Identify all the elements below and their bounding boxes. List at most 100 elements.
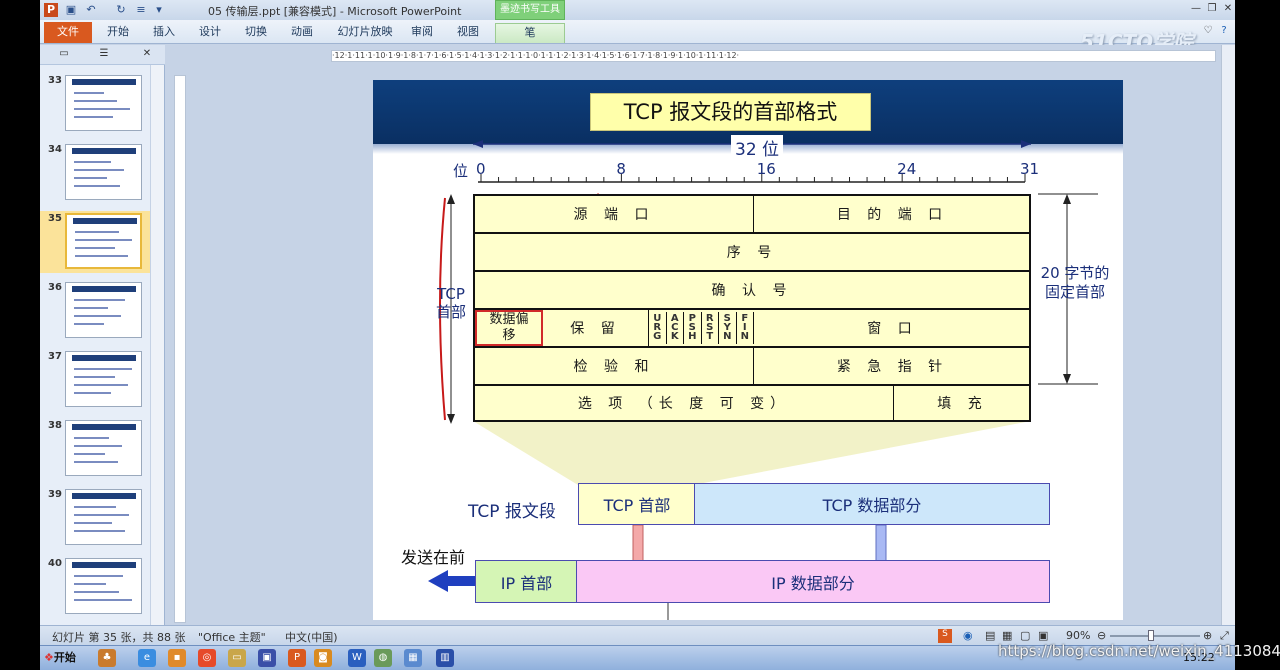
preview-text-line (74, 108, 130, 110)
editor-scrollbar[interactable] (1221, 45, 1235, 625)
tab-design[interactable]: 设计 (192, 23, 228, 43)
app-icon-2[interactable]: ▣ (258, 649, 276, 667)
app-icon-3[interactable]: ◙ (314, 649, 332, 667)
field-checksum: 检 验 和 (475, 348, 754, 384)
slide-number: 39 (48, 489, 62, 500)
app-icon-1[interactable]: ♣ (98, 649, 116, 667)
tab-transitions[interactable]: 切换 (238, 23, 274, 43)
preview-title-bar (72, 562, 136, 568)
outline-tab-icon[interactable]: ☰ (86, 48, 122, 62)
reading-view-icon[interactable]: ▢ (1020, 629, 1030, 642)
preview-text-line (74, 100, 117, 102)
row-ports: 源 端 口 目 的 端 口 (473, 194, 1031, 234)
preview-text-line (74, 368, 132, 370)
app-icon-5[interactable]: ▦ (404, 649, 422, 667)
word-icon[interactable]: W (348, 649, 366, 667)
ip-header-box: IP 首部 (475, 560, 578, 603)
tab-file[interactable]: 文件 (44, 22, 92, 43)
flag-rst: R S T (702, 312, 719, 344)
width-arrow-left (473, 140, 483, 148)
folder-icon[interactable]: ▪ (168, 649, 186, 667)
preview-text-line (75, 231, 119, 233)
tab-slideshow[interactable]: 幻灯片放映 (330, 23, 400, 43)
bit-tick-label: 16 (756, 160, 776, 178)
zoom-level[interactable]: 90% (1066, 629, 1090, 642)
bit-tick-label: 31 (1020, 160, 1040, 178)
preview-title-bar (72, 355, 136, 361)
ribbon-collapse-icon[interactable]: ♡ (1200, 24, 1216, 38)
redo-icon[interactable]: ↻ (114, 3, 128, 17)
expansion-shape (473, 421, 1031, 485)
tab-pen[interactable]: 笔 (495, 23, 565, 43)
undo-icon[interactable]: ↶ (84, 3, 98, 17)
slide-thumbnail[interactable]: 35 (40, 211, 150, 273)
panel-scrollbar[interactable] (150, 65, 164, 625)
tab-home[interactable]: 开始 (100, 23, 136, 43)
preview-title-bar (72, 79, 136, 85)
language[interactable]: 中文(中国) (285, 629, 338, 645)
slide-sorter-icon[interactable]: ▦ (1002, 629, 1012, 642)
tab-insert[interactable]: 插入 (146, 23, 182, 43)
preview-text-line (74, 307, 108, 309)
slide-canvas[interactable]: TCP 报文段的首部格式 32 位 位 0 8 16 24 31 源 端 口 目… (373, 80, 1123, 620)
help-icon[interactable]: ? (1216, 24, 1232, 38)
ink-tools-context-label: 墨迹书写工具 (495, 0, 565, 20)
title-bar: P ▣ ↶ ↻ ≡ ▾ 05 传输层.ppt [兼容模式] - Microsof… (40, 0, 1235, 20)
preview-text-line (75, 239, 132, 241)
segment-label: TCP 报文段 (468, 502, 556, 522)
list-icon[interactable]: ≡ (134, 3, 148, 17)
row-options: 选 项 （长 度 可 变） 填 充 (473, 384, 1031, 422)
restore-icon[interactable]: ❐ (1204, 2, 1220, 16)
zoom-slider-thumb[interactable] (1148, 630, 1154, 641)
panel-close-icon[interactable]: ✕ (140, 48, 154, 62)
powerpoint-taskbar-icon[interactable]: P (288, 649, 306, 667)
chrome-icon[interactable]: ◎ (198, 649, 216, 667)
preview-text-line (74, 315, 121, 317)
slide-thumbnail[interactable]: 34 (40, 142, 150, 204)
app-icon-6[interactable]: ▥ (436, 649, 454, 667)
slide-thumbnail[interactable]: 40 (40, 556, 150, 618)
flag-fin: F I N (737, 312, 754, 344)
save-icon[interactable]: ▣ (64, 3, 78, 17)
start-button[interactable]: ❖开始 (44, 648, 88, 668)
tab-view[interactable]: 视图 (450, 23, 486, 43)
preview-text-line (74, 299, 125, 301)
app-icon-4[interactable]: ◍ (374, 649, 392, 667)
preview-title-bar (72, 148, 136, 154)
slide-thumbnail[interactable]: 33 (40, 73, 150, 135)
zoom-slider-track[interactable] (1110, 635, 1200, 637)
customize-qat-icon[interactable]: ▾ (152, 3, 166, 17)
slide-thumbnail[interactable]: 39 (40, 487, 150, 549)
accessibility-icon[interactable]: ◉ (963, 629, 973, 642)
preview-text-line (74, 116, 113, 118)
horizontal-ruler: ·12·1·11·1·10·1·9·1·8·1·7·1·6·1·5·1·4·1·… (331, 50, 1216, 62)
slide-thumbnail[interactable]: 37 (40, 349, 150, 411)
slideshow-view-icon[interactable]: ▣ (1038, 629, 1048, 642)
windows-logo-icon: ❖ (44, 651, 54, 664)
explorer-icon[interactable]: ▭ (228, 649, 246, 667)
tab-animations[interactable]: 动画 (284, 23, 320, 43)
field-urgent-pointer: 紧 急 指 针 (836, 359, 949, 375)
vertical-ruler (174, 75, 186, 623)
powerpoint-app-icon[interactable]: P (44, 3, 58, 17)
zoom-out-icon[interactable]: ⊖ (1097, 629, 1106, 642)
slide-preview (65, 282, 142, 338)
preview-text-line (74, 392, 111, 394)
close-icon[interactable]: ✕ (1220, 2, 1235, 16)
tab-review[interactable]: 审阅 (404, 23, 440, 43)
record-icon[interactable]: S (938, 629, 952, 643)
preview-text-line (74, 376, 115, 378)
panel-tabs: ▭ ☰ ✕ (40, 45, 165, 65)
normal-view-icon[interactable]: ▤ (985, 629, 995, 642)
slide-thumbnail[interactable]: 38 (40, 418, 150, 480)
fit-window-icon[interactable]: ⤢ (1220, 629, 1229, 643)
tcp-header-label: TCP 首部 (435, 285, 466, 321)
zoom-in-icon[interactable]: ⊕ (1203, 629, 1212, 642)
ie-icon[interactable]: e (138, 649, 156, 667)
preview-text-line (74, 583, 106, 585)
theme-name[interactable]: "Office 主题" (198, 629, 266, 645)
preview-text-line (74, 530, 125, 532)
slides-tab-icon[interactable]: ▭ (46, 48, 82, 62)
minimize-icon[interactable]: — (1188, 2, 1204, 16)
slide-thumbnail[interactable]: 36 (40, 280, 150, 342)
